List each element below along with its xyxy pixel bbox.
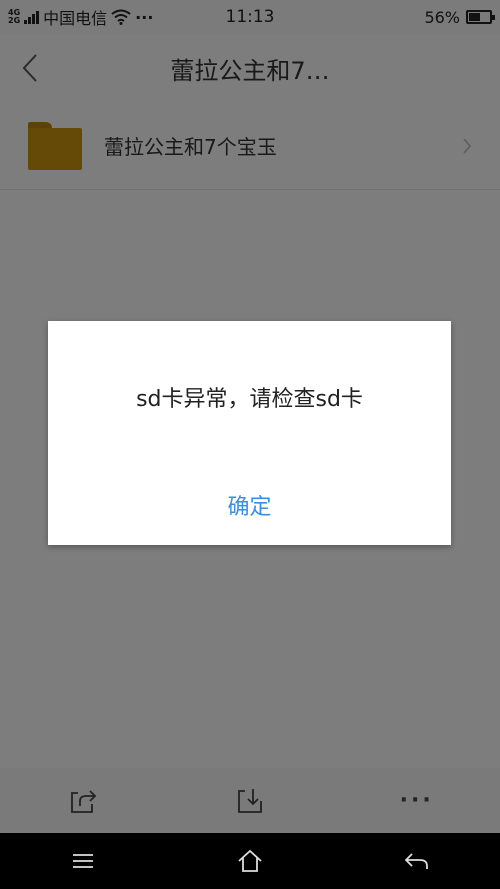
back-nav-button[interactable]	[387, 833, 447, 889]
confirm-button[interactable]: 确定	[48, 465, 451, 545]
menu-button[interactable]	[53, 833, 113, 889]
alert-dialog: sd卡异常，请检查sd卡 确定	[48, 321, 451, 545]
back-arrow-icon	[404, 853, 428, 869]
navigation-bar	[0, 833, 500, 889]
home-icon	[238, 849, 262, 872]
dialog-message: sd卡异常，请检查sd卡	[136, 387, 363, 412]
home-button[interactable]	[220, 833, 280, 889]
menu-icon	[73, 854, 94, 868]
